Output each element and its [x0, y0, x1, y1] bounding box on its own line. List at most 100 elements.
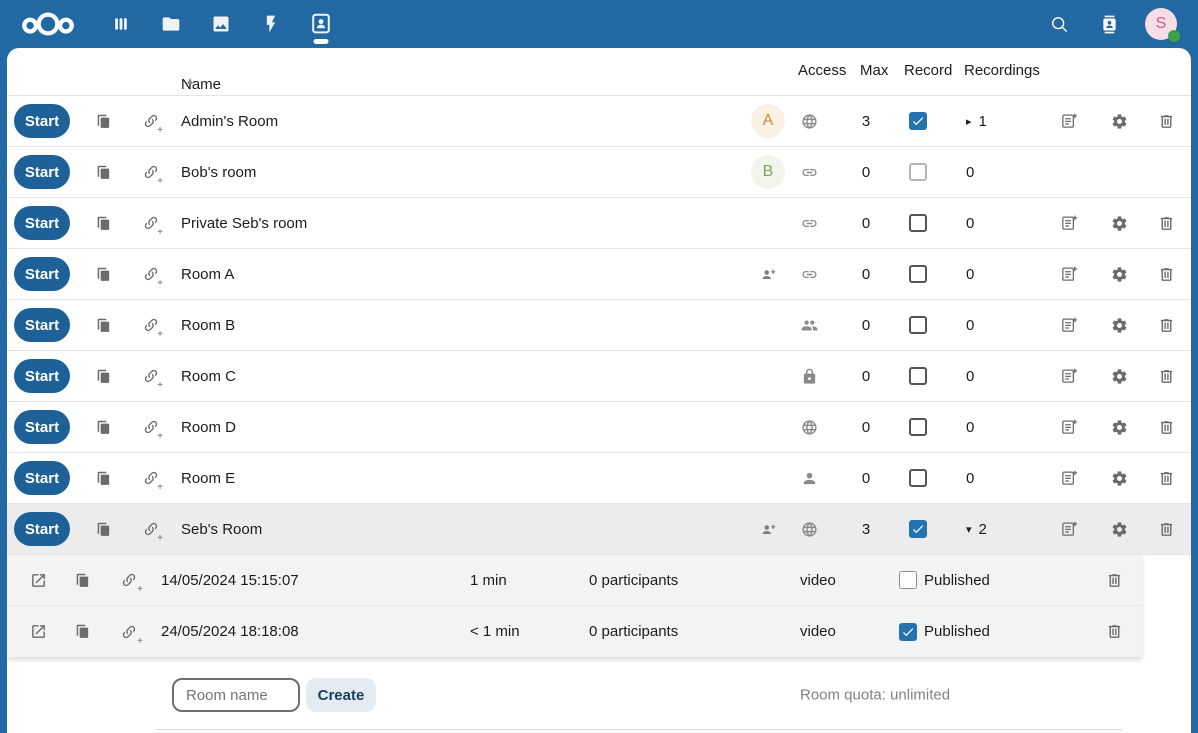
copy-room-link-button[interactable]: [86, 206, 120, 240]
link-cell: +: [136, 359, 166, 393]
delete-recording-button[interactable]: [1098, 563, 1132, 597]
copy-cell: [59, 563, 105, 597]
app-icon-dashboard[interactable]: [96, 0, 146, 48]
edit-room-button[interactable]: [1052, 206, 1086, 240]
add-recording-link-button[interactable]: +: [112, 615, 146, 649]
delete-room-button[interactable]: [1149, 359, 1183, 393]
app-icon-activity[interactable]: [246, 0, 296, 48]
edit-room-button[interactable]: [1052, 104, 1086, 138]
copy-room-link-button[interactable]: [86, 359, 120, 393]
room-row: Start+Private Seb's room00: [7, 198, 1191, 249]
copy-recording-link-button[interactable]: [65, 563, 99, 597]
create-room-button[interactable]: Create: [306, 678, 376, 712]
room-settings-button[interactable]: [1102, 308, 1136, 342]
delete-room-button[interactable]: [1149, 512, 1183, 546]
settings-cell: [1097, 308, 1141, 342]
start-room-button[interactable]: Start: [14, 155, 70, 189]
copy-cell: [70, 206, 136, 240]
published-checkbox[interactable]: [899, 623, 917, 641]
record-checkbox[interactable]: [909, 418, 927, 436]
room-name-input[interactable]: [172, 678, 300, 712]
record-checkbox[interactable]: [909, 112, 927, 130]
copy-room-link-button[interactable]: [86, 308, 120, 342]
contacts-icon[interactable]: [1087, 2, 1131, 46]
open-recording-button[interactable]: [21, 615, 55, 649]
copy-icon: [95, 266, 112, 283]
edit-room-button[interactable]: [1052, 512, 1086, 546]
delete-room-button[interactable]: [1149, 104, 1183, 138]
recordings-cell[interactable]: ▾2: [931, 521, 1041, 538]
edit-room-icon: [1060, 214, 1078, 232]
edit-room-cell: [1041, 206, 1097, 240]
record-checkbox[interactable]: [909, 214, 927, 232]
add-link-button[interactable]: +: [136, 308, 166, 342]
delete-recording-button[interactable]: [1098, 615, 1132, 649]
app-icon-photos[interactable]: [196, 0, 246, 48]
copy-room-link-button[interactable]: [86, 155, 120, 189]
room-settings-button[interactable]: [1102, 206, 1136, 240]
add-recording-link-button[interactable]: +: [112, 563, 146, 597]
record-checkbox[interactable]: [909, 316, 927, 334]
globe-icon: [801, 521, 818, 538]
nextcloud-logo[interactable]: [20, 9, 76, 39]
add-link-button[interactable]: +: [136, 206, 166, 240]
room-settings-button[interactable]: [1102, 461, 1136, 495]
access-cell: [791, 266, 827, 283]
room-list: Start+Admin's RoomA3▸1Start+Bob's roomB0…: [7, 96, 1191, 555]
collapse-recordings-icon[interactable]: ▾: [966, 523, 972, 536]
edit-room-button[interactable]: [1052, 308, 1086, 342]
start-room-button[interactable]: Start: [14, 410, 70, 444]
room-settings-button[interactable]: [1102, 257, 1136, 291]
start-room-button[interactable]: Start: [14, 257, 70, 291]
record-checkbox[interactable]: [909, 163, 927, 181]
add-link-button[interactable]: +: [136, 410, 166, 444]
start-room-button[interactable]: Start: [14, 359, 70, 393]
add-link-button[interactable]: +: [136, 104, 166, 138]
edit-room-button[interactable]: [1052, 359, 1086, 393]
start-room-button[interactable]: Start: [14, 308, 70, 342]
expand-recordings-icon[interactable]: ▸: [966, 115, 972, 128]
app-icon-files[interactable]: [146, 0, 196, 48]
add-link-button[interactable]: +: [136, 155, 166, 189]
room-settings-button[interactable]: [1102, 512, 1136, 546]
copy-cell: [70, 308, 136, 342]
record-checkbox[interactable]: [909, 265, 927, 283]
delete-room-button[interactable]: [1149, 461, 1183, 495]
add-link-button[interactable]: +: [136, 257, 166, 291]
record-checkbox[interactable]: [909, 469, 927, 487]
user-avatar[interactable]: S: [1145, 8, 1177, 40]
copy-room-link-button[interactable]: [86, 461, 120, 495]
delete-room-button[interactable]: [1149, 410, 1183, 444]
copy-room-link-button[interactable]: [86, 104, 120, 138]
avatar: B: [751, 155, 785, 189]
app-icon-bbb[interactable]: [296, 0, 346, 48]
record-checkbox[interactable]: [909, 520, 927, 538]
open-recording-button[interactable]: [21, 563, 55, 597]
start-room-button[interactable]: Start: [14, 104, 70, 138]
edit-room-button[interactable]: [1052, 257, 1086, 291]
copy-room-link-button[interactable]: [86, 512, 120, 546]
recordings-cell[interactable]: ▸1: [931, 113, 1041, 130]
add-link-button[interactable]: +: [136, 512, 166, 546]
room-settings-button[interactable]: [1102, 104, 1136, 138]
add-link-button[interactable]: +: [136, 359, 166, 393]
record-checkbox[interactable]: [909, 367, 927, 385]
room-settings-button[interactable]: [1102, 410, 1136, 444]
edit-room-button[interactable]: [1052, 410, 1086, 444]
copy-recording-link-button[interactable]: [65, 615, 99, 649]
edit-room-button[interactable]: [1052, 461, 1086, 495]
delete-room-button[interactable]: [1149, 206, 1183, 240]
copy-room-link-button[interactable]: [86, 257, 120, 291]
delete-room-button[interactable]: [1149, 308, 1183, 342]
start-room-button[interactable]: Start: [14, 512, 70, 546]
search-icon[interactable]: [1037, 2, 1081, 46]
published-checkbox[interactable]: [899, 571, 917, 589]
plus-badge: +: [137, 637, 143, 647]
add-link-button[interactable]: +: [136, 461, 166, 495]
delete-room-button[interactable]: [1149, 257, 1183, 291]
start-room-button[interactable]: Start: [14, 461, 70, 495]
start-room-button[interactable]: Start: [14, 206, 70, 240]
copy-room-link-button[interactable]: [86, 410, 120, 444]
room-settings-button[interactable]: [1102, 359, 1136, 393]
link-cell: +: [136, 155, 166, 189]
